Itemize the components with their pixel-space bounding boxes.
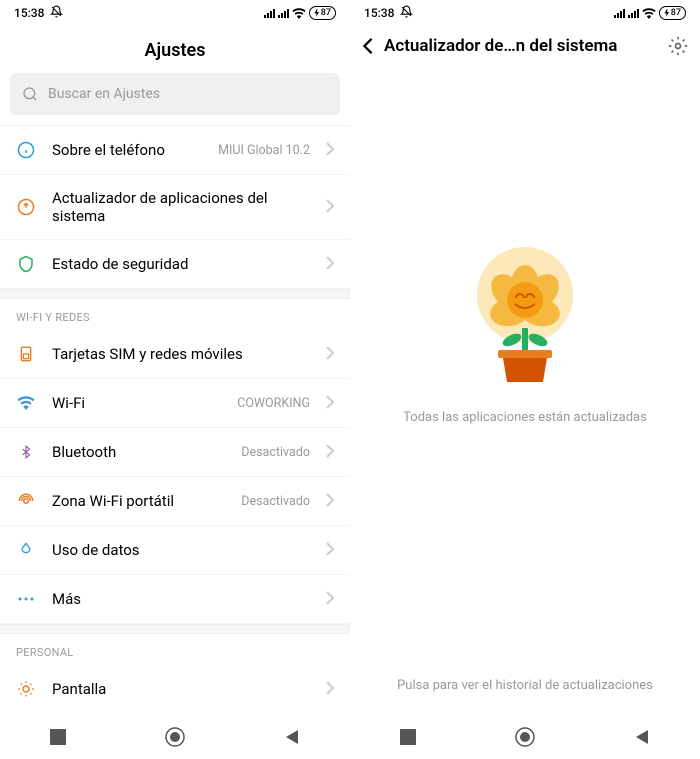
item-value: COWORKING [237, 396, 310, 411]
item-wifi[interactable]: Wi-Fi COWORKING [0, 379, 350, 428]
chevron-right-icon [326, 590, 334, 609]
battery-icon: 87 [309, 6, 336, 20]
chevron-right-icon [326, 345, 334, 364]
updater-message: Todas las aplicaciones están actualizada… [403, 410, 647, 425]
item-security-status[interactable]: Estado de seguridad [0, 240, 350, 289]
nav-recent[interactable] [400, 729, 416, 745]
chevron-right-icon [326, 141, 334, 160]
info-icon [16, 140, 36, 160]
item-label: Más [52, 590, 310, 608]
section-personal: PERSONAL [0, 634, 350, 665]
search-placeholder: Buscar en Ajustes [48, 86, 160, 102]
sun-icon [16, 679, 36, 699]
chevron-right-icon [326, 255, 334, 274]
item-system-updater[interactable]: Actualizador de aplicaciones del sistema [0, 175, 350, 240]
chevron-right-icon [326, 492, 334, 511]
item-data-usage[interactable]: Uso de datos [0, 526, 350, 575]
item-value: Desactivado [241, 445, 310, 460]
item-label: Bluetooth [52, 443, 225, 461]
item-value: Desactivado [241, 494, 310, 509]
item-label: Zona Wi-Fi portátil [52, 492, 225, 510]
item-more[interactable]: Más [0, 575, 350, 624]
signal-icon-1 [614, 9, 625, 18]
update-icon [16, 197, 36, 217]
phone-updater: 15:38 87 Actualizador de…n del sistema [350, 0, 700, 759]
nav-bar [0, 715, 350, 759]
page-title: Ajustes [0, 40, 350, 61]
item-sim[interactable]: Tarjetas SIM y redes móviles [0, 330, 350, 379]
item-label: Actualizador de aplicaciones del sistema [52, 189, 310, 225]
item-value: MIUI Global 10.2 [218, 143, 310, 158]
bluetooth-icon [16, 442, 36, 462]
signal-icon-2 [278, 9, 289, 18]
dnd-icon [400, 5, 413, 21]
droplet-icon [16, 540, 36, 560]
nav-back[interactable] [634, 729, 650, 745]
wifi-icon [292, 8, 306, 19]
sim-icon [16, 344, 36, 364]
status-bar: 15:38 87 [0, 0, 350, 26]
item-label: Pantalla [52, 680, 310, 698]
nav-recent[interactable] [50, 729, 66, 745]
item-hotspot[interactable]: Zona Wi-Fi portátil Desactivado [0, 477, 350, 526]
nav-back[interactable] [284, 729, 300, 745]
page-title: Actualizador de…n del sistema [384, 36, 658, 56]
item-label: Sobre el teléfono [52, 141, 202, 159]
status-time: 15:38 [364, 6, 394, 20]
item-label: Wi-Fi [52, 394, 221, 412]
back-icon[interactable] [362, 37, 374, 55]
header: Actualizador de…n del sistema [350, 26, 700, 68]
phone-settings: 15:38 87 Ajustes Buscar en Ajustes Sobre… [0, 0, 350, 759]
flower-illustration [460, 240, 590, 390]
dnd-icon [50, 5, 63, 21]
nav-home[interactable] [515, 727, 535, 747]
signal-icon-1 [264, 9, 275, 18]
hotspot-icon [16, 491, 36, 511]
nav-home[interactable] [165, 727, 185, 747]
search-input[interactable]: Buscar en Ajustes [10, 73, 340, 115]
item-bluetooth[interactable]: Bluetooth Desactivado [0, 428, 350, 477]
nav-bar [350, 715, 700, 759]
item-label: Tarjetas SIM y redes móviles [52, 345, 310, 363]
section-network: WI-FI Y REDES [0, 299, 350, 330]
updater-content: Todas las aplicaciones están actualizada… [350, 68, 700, 656]
chevron-right-icon [326, 680, 334, 699]
wifi-icon [642, 8, 656, 19]
status-bar: 15:38 87 [350, 0, 700, 26]
search-icon [22, 86, 38, 102]
updater-footer[interactable]: Pulsa para ver el historial de actualiza… [350, 656, 700, 715]
item-label: Uso de datos [52, 541, 310, 559]
battery-icon: 87 [659, 6, 686, 20]
header: Ajustes [0, 26, 350, 73]
signal-icon-2 [628, 9, 639, 18]
chevron-right-icon [326, 541, 334, 560]
status-time: 15:38 [14, 6, 44, 20]
wifi-settings-icon [16, 393, 36, 413]
more-icon [16, 589, 36, 609]
chevron-right-icon [326, 394, 334, 413]
item-display[interactable]: Pantalla [0, 665, 350, 713]
chevron-right-icon [326, 443, 334, 462]
chevron-right-icon [326, 198, 334, 217]
gear-icon[interactable] [668, 36, 688, 56]
shield-icon [16, 254, 36, 274]
item-about-phone[interactable]: Sobre el teléfono MIUI Global 10.2 [0, 126, 350, 175]
item-label: Estado de seguridad [52, 255, 310, 273]
